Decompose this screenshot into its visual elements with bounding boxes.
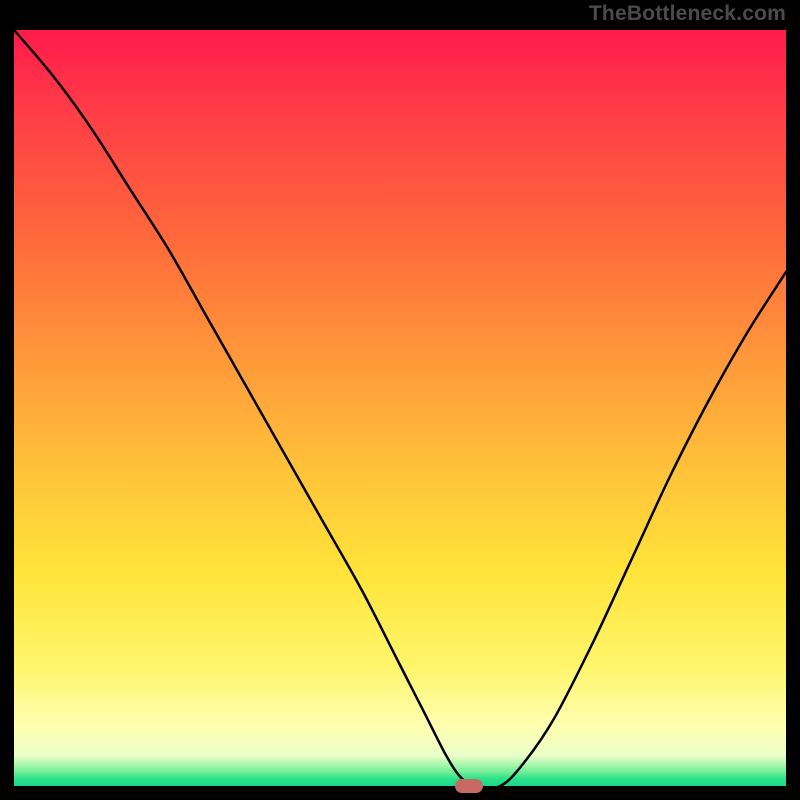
- curve-layer: [14, 30, 786, 786]
- chart-stage: TheBottleneck.com: [0, 0, 800, 800]
- plot-area: [14, 30, 786, 786]
- plot-inner: [14, 30, 786, 786]
- bottleneck-curve: [14, 30, 786, 786]
- watermark-text: TheBottleneck.com: [589, 2, 786, 26]
- optimal-point-marker: [455, 779, 483, 793]
